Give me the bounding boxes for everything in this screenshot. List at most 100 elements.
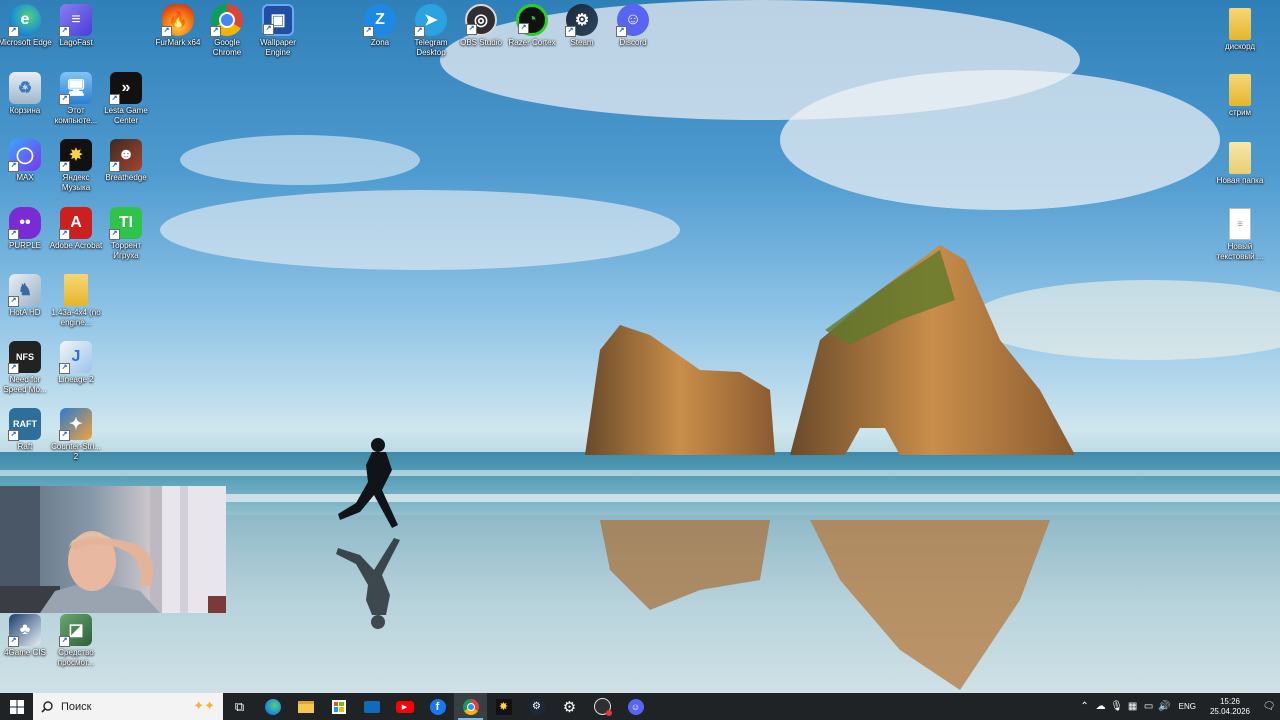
desktop-icon-recycle-bin[interactable]: ♻ Корзина (0, 72, 53, 116)
desktop-icon-label: Lineage 2 (58, 375, 94, 384)
taskbar-task-view-button[interactable]: ⧉ (223, 693, 256, 720)
desktop-icon-max[interactable]: ◯ ↗ MAX (0, 139, 53, 183)
chrome-icon: ↗ (210, 4, 243, 37)
desktop-icon-label: MAX (16, 173, 34, 182)
folder-icon (64, 274, 88, 306)
shortcut-arrow-icon: ↗ (59, 636, 70, 647)
taskbar-obs-button[interactable] (586, 693, 619, 720)
desktop-icon-zona[interactable]: Z ↗ Zona (352, 4, 408, 48)
show-hidden-icons-button[interactable]: ⌃ (1077, 693, 1093, 720)
desktop-icon-label: LagoFast (59, 38, 93, 47)
shortcut-arrow-icon: ↗ (414, 26, 425, 37)
desktop-icon-label: HotA HD (9, 308, 41, 317)
desktop-icon-discord-folder[interactable]: дискорд (1212, 8, 1268, 52)
notifications-button[interactable]: 🗨 (1258, 693, 1280, 720)
obs-icon (594, 698, 612, 716)
desktop-icon-obs[interactable]: ◎ ↗ OBS Studio (453, 4, 509, 48)
windows-logo-icon (9, 699, 24, 714)
taskbar-discord-button[interactable]: ☺ (619, 693, 652, 720)
desktop-icon-yandex-music[interactable]: ✸ ↗ Яндекс Музыка (48, 139, 104, 193)
purple-icon: •• ↗ (8, 207, 41, 240)
cs-icon: ✦ ↗ (59, 408, 92, 441)
taskbar-settings-button[interactable]: ⚙ (553, 693, 586, 720)
shortcut-arrow-icon: ↗ (8, 26, 19, 37)
desktop-icon-nfs[interactable]: NFS ↗ Need for Speed Mo... (0, 341, 53, 395)
desktop-icon-label: PURPLE (8, 241, 41, 250)
taskbar-mail-button[interactable] (355, 693, 388, 720)
taskbar-yandex-music-button[interactable]: ✸ (487, 693, 520, 720)
shortcut-arrow-icon: ↗ (363, 26, 374, 37)
taskbar-store-button[interactable] (322, 693, 355, 720)
desktop-icon-edge[interactable]: e ↗ Microsoft Edge (0, 4, 53, 48)
desktop-icon-lesta[interactable]: » ↗ Lesta Game Center (98, 72, 154, 126)
desktop-icon-label: Яндекс Музыка (61, 173, 91, 192)
system-tray: ⌃ ☁ 🎙 ▦ ▭ 🔊 ENG 15:26 25.04.2026 🗨 (1077, 693, 1280, 720)
taskbar-facebook-button[interactable]: f (421, 693, 454, 720)
desktop-icon-breathedge[interactable]: ☻ ↗ Breathedge (98, 139, 154, 183)
steam-icon: ⚙ (528, 698, 545, 715)
tray-app-icon[interactable]: ▦ (1125, 693, 1141, 720)
shortcut-arrow-icon: ↗ (59, 94, 70, 105)
desktop-icon-lagofast[interactable]: ≡ ↗ LagoFast (48, 4, 104, 48)
desktop-icon-label: Microsoft Edge (0, 38, 52, 47)
desktop-icon-acrobat[interactable]: A ↗ Adobe Acrobat (48, 207, 104, 251)
network-icon[interactable]: ▭ (1141, 693, 1157, 720)
edge-icon: e ↗ (8, 4, 41, 37)
desktop-icon-torrent[interactable]: TI ↗ Торрент Игруха (98, 207, 154, 261)
desktop-icon-label: Wallpaper Engine (260, 38, 296, 57)
desktop-icon-viewer[interactable]: ◪ ↗ Средство просмот... (48, 614, 104, 668)
taskbar-search-box[interactable]: Поиск ✦✦ (33, 693, 223, 720)
desktop-icon-chrome[interactable]: ↗ Google Chrome (199, 4, 255, 58)
desktop-icon-label: Need for Speed Mo... (3, 375, 47, 394)
steam-icon: ⚙ ↗ (565, 4, 598, 37)
shortcut-arrow-icon: ↗ (59, 430, 70, 441)
zona-icon: Z ↗ (363, 4, 396, 37)
desktop-icon-4game[interactable]: ♣ ↗ 4Game CIS (0, 614, 53, 658)
desktop-icon-furmark[interactable]: 🔥 ↗ FurMark x64 (150, 4, 206, 48)
desktop-icon-label: OBS Studio (460, 38, 502, 47)
taskbar-edge-button[interactable] (256, 693, 289, 720)
search-placeholder: Поиск (61, 700, 92, 713)
taskbar-youtube-button[interactable]: ▶ (388, 693, 421, 720)
taskbar-chrome-button[interactable] (454, 693, 487, 720)
desktop-icon-purple[interactable]: •• ↗ PURPLE (0, 207, 53, 251)
desktop-icon-label: дискорд (1224, 42, 1256, 51)
edge-icon (264, 698, 281, 715)
language-indicator[interactable]: ENG (1179, 702, 1196, 711)
chevron-up-icon: ⌃ (1080, 701, 1089, 712)
desktop-icon-telegram[interactable]: ➤ ↗ Telegram Desktop (403, 4, 459, 58)
desktop-icon-label: Razer Cortex (508, 38, 556, 47)
desktop-icon-hota[interactable]: ♞ ↗ HotA HD (0, 274, 53, 318)
lesta-icon: » ↗ (109, 72, 142, 105)
desktop-icon-steam[interactable]: ⚙ ↗ Steam (554, 4, 610, 48)
taskbar-file-explorer-button[interactable] (289, 693, 322, 720)
desktop-icon-folder[interactable]: 1.43a-4x4 (no engine... (48, 274, 104, 328)
desktop-icon-label: Steam (570, 38, 594, 47)
start-button[interactable] (0, 693, 33, 720)
desktop-icon-razer[interactable]: ◔ ↗ Razer Cortex (504, 4, 560, 48)
chrome-icon (462, 698, 479, 715)
desktop-icon-discord[interactable]: ☺ ↗ Discord (605, 4, 661, 48)
desktop-icon-label: Lesta Game Center (104, 106, 148, 125)
folder-icon (1229, 8, 1251, 40)
webcam-person-image (0, 486, 226, 613)
shortcut-arrow-icon: ↗ (466, 24, 477, 35)
tray-cloud-icon[interactable]: ☁ (1093, 693, 1109, 720)
taskbar-steam-button[interactable]: ⚙ (520, 693, 553, 720)
lineage-icon: J ↗ (59, 341, 92, 374)
microphone-icon[interactable]: 🎙 (1109, 693, 1125, 720)
desktop-icon-new-folder[interactable]: Новая папка (1212, 142, 1268, 186)
taskbar-clock[interactable]: 15:26 25.04.2026 (1210, 697, 1250, 717)
desktop-icon-cs[interactable]: ✦ ↗ Counter-Stri... 2 (48, 408, 104, 462)
volume-icon[interactable]: 🔊 (1157, 693, 1173, 720)
desktop-icon-this-pc[interactable]: 🖥 ↗ Этот компьюте... (48, 72, 104, 126)
desktop-icon-label: Этот компьюте... (54, 106, 98, 125)
desktop-icon-wallpaper-engine[interactable]: ▣ ↗ Wallpaper Engine (250, 4, 306, 58)
desktop-icon-label: Counter-Stri... 2 (51, 442, 101, 461)
webcam-overlay (0, 486, 226, 613)
desktop-icon-lineage[interactable]: J ↗ Lineage 2 (48, 341, 104, 385)
desktop-icon-raft[interactable]: RAFT ↗ Raft (0, 408, 53, 452)
desktop-icon-stream-folder[interactable]: стрим (1212, 74, 1268, 118)
desktop-icon-new-text[interactable]: ≡ Новый текстовый ... (1212, 208, 1268, 262)
wallpaper-engine-icon: ▣ ↗ (262, 4, 294, 36)
